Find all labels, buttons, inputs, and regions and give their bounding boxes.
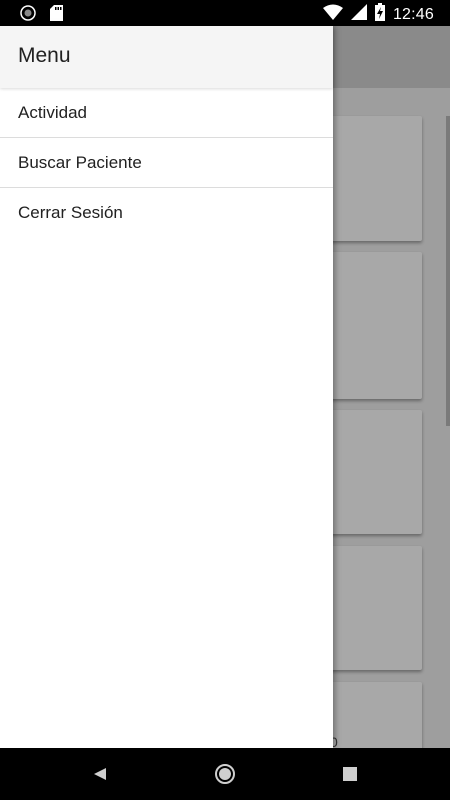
drawer-header: Menu [0, 26, 333, 88]
drawer-menu: Actividad Buscar Paciente Cerrar Sesión [0, 88, 333, 238]
menu-item-label: Actividad [18, 102, 87, 122]
menu-item-label: Cerrar Sesión [18, 203, 123, 222]
sync-icon [20, 5, 36, 26]
navigation-drawer: Menu Actividad Buscar Paciente Cerrar Se… [0, 26, 333, 748]
home-icon[interactable] [213, 762, 237, 786]
menu-item-label: Buscar Paciente [18, 152, 142, 172]
wifi-icon [322, 4, 343, 25]
sd-card-icon [50, 5, 63, 26]
scrollbar [446, 116, 450, 426]
menu-item-cerrar-sesion[interactable]: Cerrar Sesión [0, 188, 333, 238]
battery-icon [374, 3, 385, 26]
status-right: 12:46 [322, 3, 434, 26]
status-left [20, 5, 63, 26]
system-nav-bar [0, 748, 450, 800]
menu-item-actividad[interactable]: Actividad [0, 88, 333, 138]
status-bar: 12:46 [0, 0, 450, 26]
back-icon[interactable] [88, 762, 112, 786]
recents-icon[interactable] [338, 762, 362, 786]
clock-time: 12:46 [392, 5, 434, 23]
signal-icon [350, 4, 367, 25]
menu-item-buscar-paciente[interactable]: Buscar Paciente [0, 138, 333, 188]
drawer-title: Menu [18, 44, 71, 67]
